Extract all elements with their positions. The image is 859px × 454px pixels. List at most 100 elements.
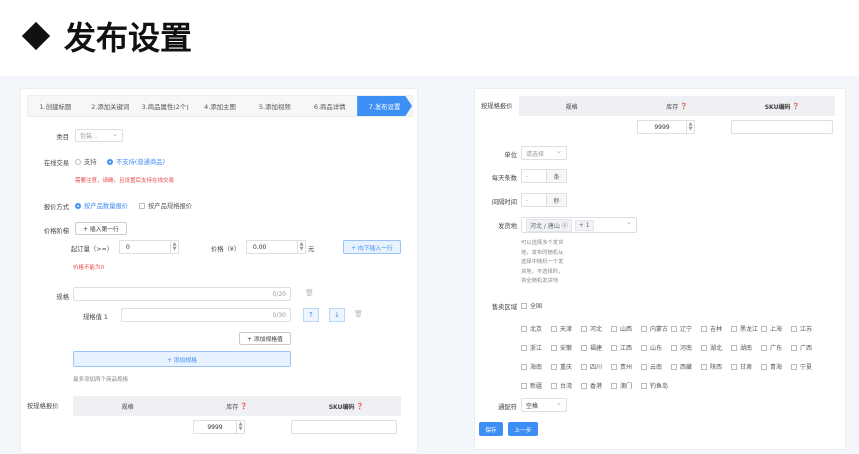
checkbox-label: 湖北: [710, 345, 723, 352]
region-checkbox[interactable]: 台湾: [551, 381, 572, 390]
online-not-support-radio[interactable]: 不支持(普通商品): [107, 157, 165, 166]
region-checkbox[interactable]: 北京: [521, 324, 542, 333]
ship-tip-line: 将全随机发货地: [521, 278, 559, 284]
checkbox-label: 澳门: [620, 383, 633, 390]
checkbox-label: 云南: [650, 364, 663, 371]
stock-stepper[interactable]: 9999 ▲ ▼: [637, 120, 695, 134]
sku-input[interactable]: [731, 120, 833, 134]
checkbox-label: 天津: [560, 326, 573, 333]
ship-tip-line: 可以选择多个发货: [521, 240, 564, 246]
checkbox-icon: [581, 363, 587, 370]
move-down-icon[interactable]: ↓: [329, 308, 345, 322]
region-checkbox[interactable]: 香港: [581, 381, 602, 390]
spec-name-input[interactable]: 0/20: [73, 287, 291, 301]
insert-first-row-button[interactable]: + 插入第一行: [75, 222, 127, 235]
moq-value: 0: [126, 243, 130, 251]
close-icon[interactable]: ⓧ: [562, 223, 568, 230]
region-checkbox[interactable]: 山西: [611, 324, 632, 333]
daily-count-input[interactable]: -条: [521, 169, 567, 183]
unit-placeholder: 请选择: [526, 150, 545, 158]
step-bar: 1.创建标题 2.添加关键词 3.商品属性(2个) 4.添加主图 5.添加视频 …: [27, 95, 413, 117]
region-checkbox[interactable]: 福建: [581, 343, 602, 352]
region-checkbox[interactable]: 新疆: [521, 381, 542, 390]
yuan-unit: 元: [308, 246, 315, 253]
region-checkbox[interactable]: 河北: [581, 324, 602, 333]
price-by-quantity-radio[interactable]: 按产品数量报价: [75, 201, 128, 210]
region-checkbox[interactable]: 安徽: [551, 343, 572, 352]
checkbox-icon: [761, 325, 767, 332]
price-tier-label: 价格阶梯: [43, 228, 69, 235]
category-select[interactable]: 包装...: [75, 129, 123, 142]
region-checkbox[interactable]: 上海: [761, 324, 782, 333]
region-checkbox[interactable]: 江苏: [791, 324, 812, 333]
add-spec-button[interactable]: + 添加规格: [73, 351, 291, 367]
checkbox-label: 台湾: [560, 383, 573, 390]
adapter-select[interactable]: 空格: [521, 398, 567, 412]
region-checkbox[interactable]: 广西: [791, 343, 812, 352]
region-checkbox[interactable]: 天津: [551, 324, 572, 333]
price-by-spec-radio[interactable]: 按产品规格报价: [139, 201, 192, 210]
by-spec-label: 按规格报价: [481, 103, 513, 110]
interval-input[interactable]: -秒: [521, 193, 567, 207]
stepper-arrows-icon[interactable]: ▲ ▼: [170, 241, 178, 253]
region-checkbox[interactable]: 四川: [581, 362, 602, 371]
online-support-radio[interactable]: 支持: [75, 157, 97, 166]
region-checkbox[interactable]: 陕西: [701, 362, 722, 371]
step-6[interactable]: 6.商品详情: [302, 96, 357, 116]
region-checkbox[interactable]: 广东: [761, 343, 782, 352]
region-checkbox[interactable]: 吉林: [701, 324, 722, 333]
checkbox-label: 宁夏: [800, 364, 813, 371]
region-checkbox[interactable]: 山东: [641, 343, 662, 352]
region-checkbox[interactable]: 重庆: [551, 362, 572, 371]
move-up-icon[interactable]: ↑: [303, 308, 319, 322]
checkbox-label: 香港: [590, 383, 603, 390]
step-1[interactable]: 1.创建标题: [28, 96, 83, 116]
step-7-active[interactable]: 7.发布设置: [357, 96, 413, 116]
ship-tag-text: 河北 / 唐山: [530, 222, 560, 230]
region-checkbox[interactable]: 海南: [521, 362, 542, 371]
delete-icon[interactable]: 🗑: [354, 310, 363, 318]
region-checkbox[interactable]: 浙江: [521, 343, 542, 352]
delete-icon[interactable]: 🗑: [305, 289, 314, 297]
checkbox-label: 海南: [530, 364, 543, 371]
region-checkbox[interactable]: 云南: [641, 362, 662, 371]
region-checkbox[interactable]: 湖南: [731, 343, 752, 352]
region-checkbox[interactable]: 河南: [671, 343, 692, 352]
stepper-arrows-icon[interactable]: ▲ ▼: [686, 121, 694, 133]
region-checkbox[interactable]: 内蒙古: [641, 324, 668, 333]
region-checkbox[interactable]: 辽宁: [671, 324, 692, 333]
region-checkbox[interactable]: 青海: [761, 362, 782, 371]
step-3[interactable]: 3.商品属性(2个): [138, 96, 193, 116]
region-checkbox[interactable]: 甘肃: [731, 362, 752, 371]
region-checkbox[interactable]: 钓鱼岛: [641, 381, 668, 390]
spec-value-count: 0/30: [272, 311, 286, 319]
step-5[interactable]: 5.添加视频: [247, 96, 302, 116]
checkbox-icon: [521, 302, 527, 309]
step-2[interactable]: 2.添加关键词: [83, 96, 138, 116]
stepper-arrows-icon[interactable]: ▲ ▼: [236, 421, 244, 433]
previous-step-button[interactable]: 上一步: [508, 422, 538, 436]
add-spec-value-button[interactable]: + 添加规格值: [239, 332, 291, 345]
region-checkbox[interactable]: 西藏: [671, 362, 692, 371]
region-checkbox[interactable]: 宁夏: [791, 362, 812, 371]
insert-row-below-button[interactable]: + 向下插入一行: [343, 240, 401, 254]
region-checkbox[interactable]: 湖北: [701, 343, 722, 352]
region-checkbox[interactable]: 黑龙江: [731, 324, 758, 333]
region-checkbox[interactable]: 江西: [611, 343, 632, 352]
dash: -: [526, 196, 529, 204]
unit-select[interactable]: 请选择: [521, 146, 567, 160]
step-4[interactable]: 4.添加主图: [193, 96, 248, 116]
spec-value-input[interactable]: 0/30: [121, 308, 291, 322]
save-button[interactable]: 保存: [479, 422, 503, 436]
region-checkbox[interactable]: 澳门: [611, 381, 632, 390]
region-checkbox[interactable]: 贵州: [611, 362, 632, 371]
region-all-checkbox[interactable]: 全国: [521, 301, 542, 310]
moq-stepper[interactable]: 0 ▲ ▼: [119, 240, 179, 254]
daily-unit: 条: [546, 170, 566, 182]
ship-from-select[interactable]: 河北 / 唐山 ⓧ + 1: [521, 217, 637, 233]
price-stepper[interactable]: 0.00 ▲ ▼: [246, 240, 306, 254]
checkbox-icon: [731, 363, 737, 370]
stock-stepper[interactable]: 9999 ▲ ▼: [193, 420, 245, 434]
stepper-arrows-icon[interactable]: ▲ ▼: [297, 241, 305, 253]
sku-input[interactable]: [291, 420, 397, 434]
